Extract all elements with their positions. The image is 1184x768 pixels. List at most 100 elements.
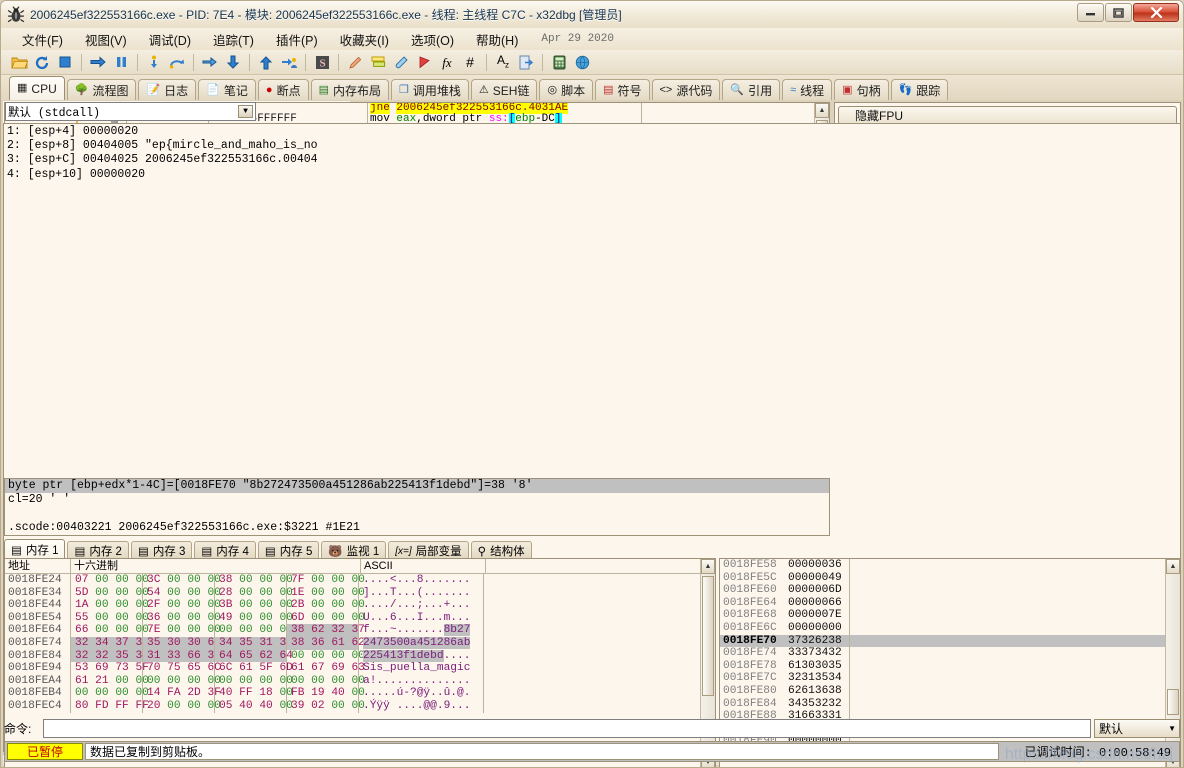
dump-hex-group[interactable]: 38 62 32 37 [287,624,365,637]
argument-row[interactable]: 2: [esp+8] 00404005 "ep{mircle_and_maho_… [7,139,1177,153]
hash-icon[interactable]: # [460,52,480,72]
tab-symbols[interactable]: ▤ 符号 [595,79,650,100]
chevron-down-icon[interactable]: ▼ [1168,724,1176,733]
dump-hex-group[interactable]: 00 00 00 00 [143,674,221,688]
scroll-thumb[interactable] [1167,689,1179,715]
execute-till-return-icon[interactable] [256,52,276,72]
chevron-down-icon[interactable]: ▼ [237,105,253,118]
menu-debug[interactable]: 调试(D) [138,28,202,51]
minimize-button[interactable] [1077,3,1104,22]
maximize-button[interactable] [1105,3,1132,22]
dump-hex-group[interactable]: 54 00 00 00 [143,586,221,600]
dump-hex-group[interactable]: 5D 00 00 00 [71,586,149,600]
tab-trace[interactable]: 👣 跟踪 [890,79,949,100]
stack-row[interactable]: 0018FE78 61303035 [720,659,1180,673]
trace-over-icon[interactable] [223,52,243,72]
dump-hex-group[interactable]: 53 69 73 5F [71,662,149,675]
dump-header-hex[interactable]: 十六进制 [71,559,361,573]
tab-source[interactable]: <> 源代码 [651,79,721,100]
dump-hex-group[interactable]: 00 00 00 00 [71,687,149,700]
dump-row[interactable]: 0018FE34 5D 00 00 00 54 00 00 00 28 00 00 0… [5,586,715,600]
dump-ascii[interactable]: .Ýÿÿ ....@@.9... [359,699,484,713]
tab-seh[interactable]: ⚠ SEH链 [470,79,538,100]
dump-hex-group[interactable]: 32 34 37 33 [71,636,149,650]
dump-hex-group[interactable]: 7E 00 00 00 [143,624,221,637]
dump-row[interactable]: 0018FE24 07 00 00 00 3C 00 00 00 38 00 00 0… [5,574,715,587]
dump-header-address[interactable]: 地址 [5,559,71,573]
globe-icon[interactable] [572,52,592,72]
dump-hex-group[interactable]: 40 FF 18 00 [215,687,293,700]
close-button[interactable] [1133,3,1179,22]
dump-row[interactable]: 0018FEA4 61 21 00 00 00 00 00 00 00 00 00 0… [5,674,715,688]
stack-row[interactable]: 0018FE70 37326238 [720,634,1180,648]
dump-hex-group[interactable]: 6D 00 00 00 [287,611,365,625]
step-over-icon[interactable] [167,52,187,72]
dump-hex-group[interactable]: 6C 61 5F 6D [215,662,293,675]
dump-hex-group[interactable]: FB 19 40 00 [287,687,365,700]
log-icon[interactable] [368,52,388,72]
dump-row[interactable]: 0018FEB4 00 00 00 00 14 FA 2D 3F 40 FF 18 0… [5,687,715,700]
stack-row[interactable]: 0018FE84 34353232 [720,697,1180,711]
dump-hex-group[interactable]: 2B 00 00 00 [287,599,365,612]
dump-hex-group[interactable]: 80 FD FF FF [71,699,149,713]
dump-hex-group[interactable]: 34 35 31 32 [215,636,293,650]
dump-hex-group[interactable]: 31 33 66 31 [143,649,221,663]
dump-hex-group[interactable]: 70 75 65 6C [143,662,221,675]
scroll-thumb[interactable] [702,576,714,696]
stack-row[interactable]: 0018FE64 00000066 [720,596,1180,610]
calling-convention-select[interactable]: 默认 (stdcall) ▼ [5,102,256,121]
stop-icon[interactable] [55,52,75,72]
dump-hex-group[interactable]: 32 32 35 34 [71,649,149,663]
dump-hex-group[interactable]: 39 02 00 00 [287,699,365,713]
dump-ascii[interactable]: 2473500a451286ab [359,636,484,650]
dump-hex-group[interactable]: 36 00 00 00 [143,611,221,625]
dump-ascii[interactable]: ..../...;...+... [359,599,484,612]
dump-ascii[interactable]: 225413f1debd.... [359,649,484,663]
dump-row[interactable]: 0018FE44 1A 00 00 00 2F 00 00 00 3B 00 00 0… [5,599,715,612]
dump-hex-group[interactable]: 49 00 00 00 [215,611,293,625]
dump-hex-group[interactable]: 14 FA 2D 3F [143,687,221,700]
dump-ascii[interactable]: ]...T...(....... [359,586,484,600]
tab-graph[interactable]: 🌳 流程图 [66,79,137,100]
dump-rows[interactable]: 0018FE24 07 00 00 00 3C 00 00 00 38 00 00 0… [5,574,715,713]
menu-help[interactable]: 帮助(H) [465,28,529,51]
dump-hex-group[interactable]: 28 00 00 00 [215,586,293,600]
stack-row[interactable]: 0018FE68 0000007E [720,609,1180,622]
dump-row[interactable]: 0018FE8432 32 35 3431 33 66 3164 65 62 6… [5,649,715,663]
dump-hex-group[interactable]: 05 40 40 00 [215,699,293,713]
stack-row[interactable]: 0018FE58 00000036 [720,559,1180,572]
menu-options[interactable]: 选项(O) [400,28,465,51]
export-icon[interactable] [516,52,536,72]
dump-ascii[interactable]: U...6...I...m... [359,611,484,625]
menu-favourites[interactable]: 收藏夹(I) [329,28,400,51]
dump-hex-group[interactable]: 66 00 00 00 [71,624,149,637]
notes-icon[interactable] [391,52,411,72]
run-icon[interactable] [88,52,108,72]
step-into-icon[interactable] [144,52,164,72]
dump-hex-group[interactable]: 00 00 00 00 [287,649,365,663]
menu-file[interactable]: 文件(F) [11,28,74,51]
dump-row[interactable]: 0018FEC4 80 FD FF FF 20 00 00 00 05 40 40 0… [5,699,715,713]
dump-hex-group[interactable]: 64 65 62 64 [215,649,293,663]
dump-hex-group[interactable]: 07 00 00 00 [71,574,149,587]
scroll-up-button[interactable]: ▲ [1166,559,1180,574]
dump-row[interactable]: 0018FE6466 00 00 007E 00 00 0000 00 00 0… [5,624,715,637]
stack-row[interactable]: 0018FE60 0000006D [720,584,1180,597]
dump-hex-group[interactable]: 20 00 00 00 [143,699,221,713]
tab-memory-map[interactable]: ▤ 内存布局 [310,79,389,100]
tab-notes[interactable]: 📄 笔记 [198,79,256,100]
dump-ascii[interactable]: ....<...8....... [359,574,484,587]
tab-breakpoints[interactable]: ● 断点 [257,79,309,100]
tab-script[interactable]: ◎ 脚本 [539,79,594,100]
scroll-up-button[interactable]: ▲ [701,559,715,574]
fx-icon[interactable]: fx [437,52,457,72]
tab-threads[interactable]: ≈ 线程 [782,79,833,100]
command-mode-select[interactable]: 默认 ▼ [1094,719,1180,738]
menu-plugins[interactable]: 插件(P) [265,28,329,51]
stack-row[interactable]: 0018FE7C 32313534 [720,672,1180,685]
tab-handles[interactable]: ▣ 句柄 [834,79,889,100]
dump-hex-group[interactable]: 61 21 00 00 [71,674,149,688]
dump-hex-group[interactable]: 3B 00 00 00 [215,599,293,612]
restart-icon[interactable] [32,52,52,72]
dump-header-ascii[interactable]: ASCII [361,559,486,573]
